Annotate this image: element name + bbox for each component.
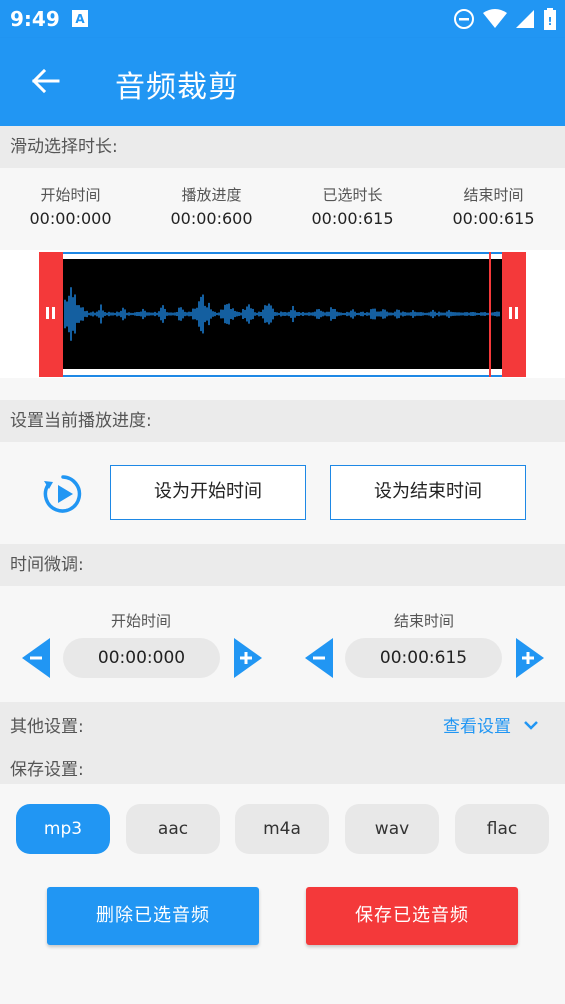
- playhead[interactable]: [489, 252, 491, 377]
- back-arrow-icon[interactable]: [30, 66, 60, 96]
- section-label: 时间微调:: [10, 555, 84, 575]
- start-increase-icon[interactable]: [234, 638, 262, 678]
- svg-text:!: !: [547, 15, 552, 28]
- save-selected-button[interactable]: 保存已选音频: [306, 887, 518, 945]
- waveform-canvas: [63, 259, 502, 369]
- other-settings-label: 其他设置:: [10, 717, 84, 737]
- replay-play-icon[interactable]: [42, 473, 84, 515]
- waveform-graphic: [64, 287, 500, 341]
- info-label: 结束时间: [463, 186, 524, 204]
- left-trim-handle[interactable]: [39, 252, 63, 377]
- format-m4a[interactable]: m4a: [235, 804, 329, 854]
- view-settings-label: 查看设置: [443, 717, 511, 737]
- delete-selected-button[interactable]: 删除已选音频: [47, 887, 259, 945]
- wifi-icon: [483, 9, 507, 28]
- end-decrease-icon[interactable]: [305, 638, 333, 678]
- section-label: 设置当前播放进度:: [10, 411, 152, 431]
- waveform-selector[interactable]: [39, 252, 526, 377]
- section-set-progress: 设置当前播放进度:: [0, 400, 565, 442]
- text-notification-icon: A: [72, 10, 88, 27]
- info-value: 00:00:000: [29, 209, 112, 228]
- waveform-selection[interactable]: [63, 252, 502, 377]
- settings-panel: 其他设置: 查看设置 保存设置:: [0, 702, 565, 784]
- svg-text:A: A: [75, 12, 85, 26]
- info-progress: 播放进度 00:00:600: [141, 184, 282, 228]
- info-duration: 已选时长 00:00:615: [282, 184, 423, 228]
- chevron-down-icon: [524, 720, 538, 730]
- info-value: 00:00:615: [311, 209, 394, 228]
- info-value: 00:00:615: [452, 209, 535, 228]
- info-value: 00:00:600: [170, 209, 253, 228]
- format-wav[interactable]: wav: [345, 804, 439, 854]
- cellular-signal-icon: [516, 10, 534, 28]
- time-info-row: 开始时间 00:00:000 播放进度 00:00:600 已选时长 00:00…: [0, 168, 565, 250]
- start-decrease-icon[interactable]: [22, 638, 50, 678]
- section-label: 滑动选择时长:: [10, 137, 118, 157]
- set-end-time-button[interactable]: 设为结束时间: [330, 465, 526, 520]
- section-slide-select: 滑动选择时长:: [0, 126, 565, 168]
- battery-icon: !: [544, 8, 556, 30]
- app-bar: 音频裁剪: [0, 38, 565, 126]
- format-aac[interactable]: aac: [126, 804, 220, 854]
- info-start: 开始时间 00:00:000: [0, 184, 141, 228]
- view-settings-link[interactable]: 查看设置: [443, 712, 539, 737]
- section-fine-tune: 时间微调:: [0, 544, 565, 586]
- status-bar: 9:49 A !: [0, 0, 565, 38]
- format-flac[interactable]: flac: [455, 804, 549, 854]
- do-not-disturb-icon: [454, 9, 474, 29]
- info-label: 已选时长: [322, 186, 383, 204]
- save-settings-label: 保存设置:: [10, 760, 84, 780]
- end-increase-icon[interactable]: [516, 638, 544, 678]
- end-time-field[interactable]: 00:00:615: [345, 638, 502, 678]
- fine-end-label: 结束时间: [393, 612, 454, 630]
- format-mp3[interactable]: mp3: [16, 804, 110, 854]
- set-start-time-button[interactable]: 设为开始时间: [110, 465, 306, 520]
- info-end: 结束时间 00:00:615: [423, 184, 564, 228]
- start-time-field[interactable]: 00:00:000: [63, 638, 220, 678]
- info-label: 开始时间: [40, 186, 101, 204]
- info-label: 播放进度: [181, 186, 242, 204]
- status-time: 9:49: [10, 7, 60, 31]
- right-trim-handle[interactable]: [502, 252, 526, 377]
- fine-start-label: 开始时间: [110, 612, 171, 630]
- page-title: 音频裁剪: [115, 70, 239, 105]
